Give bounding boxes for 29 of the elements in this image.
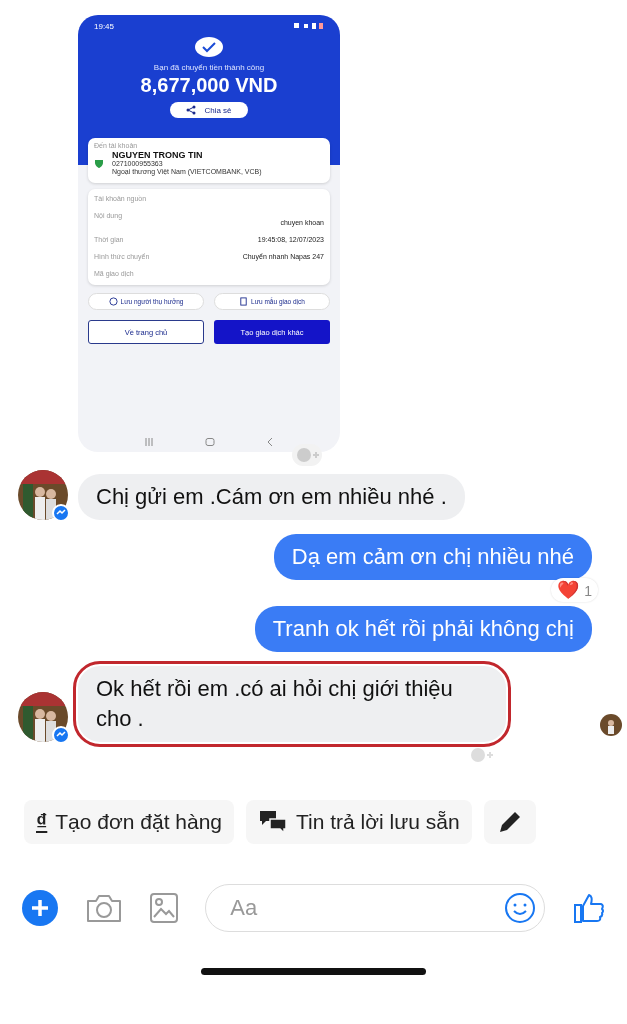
recents-icon[interactable] [143,438,154,446]
check-icon [195,37,223,57]
home-icon[interactable] [205,438,215,446]
amount: 8,677,000 VND [140,74,278,97]
messenger-badge-icon [52,504,70,522]
recipient-name: NGUYEN TRONG TIN [112,150,204,160]
document-icon [239,297,249,307]
thumbs-up-icon[interactable] [573,892,605,924]
quick-action-button[interactable]: ₫ Tạo đơn đặt hàng [24,800,235,844]
message-bubble: Chị gửi em .Cám ơn em nhiều nhé . [78,474,465,520]
share-icon [186,105,197,115]
back-icon[interactable] [266,438,275,446]
reaction: ❤ 1 [551,578,598,602]
messenger-badge-icon [52,726,70,744]
status-icons [294,22,324,30]
quick-action-button[interactable]: Tin trả lời lưu sẵn [246,800,472,844]
image-icon[interactable] [149,893,178,923]
message-bubble: Tranh ok hết rồi phải không chị [254,606,592,652]
share-button[interactable]: Chia sẻ [170,102,248,118]
plus-icon[interactable] [22,890,58,926]
quick-action-button[interactable] [483,800,536,844]
status-time: 19:45 [94,21,115,31]
message-input[interactable]: Aa [228,894,505,922]
message-bubble: Dạ em cảm ơn chị nhiều nhé [273,534,592,580]
person-icon [108,297,118,307]
shield-icon [94,157,104,168]
success-message: Bạn đã chuyển tiền thành công [153,63,265,72]
camera-icon[interactable] [85,893,122,923]
emoji-icon[interactable] [504,892,537,924]
